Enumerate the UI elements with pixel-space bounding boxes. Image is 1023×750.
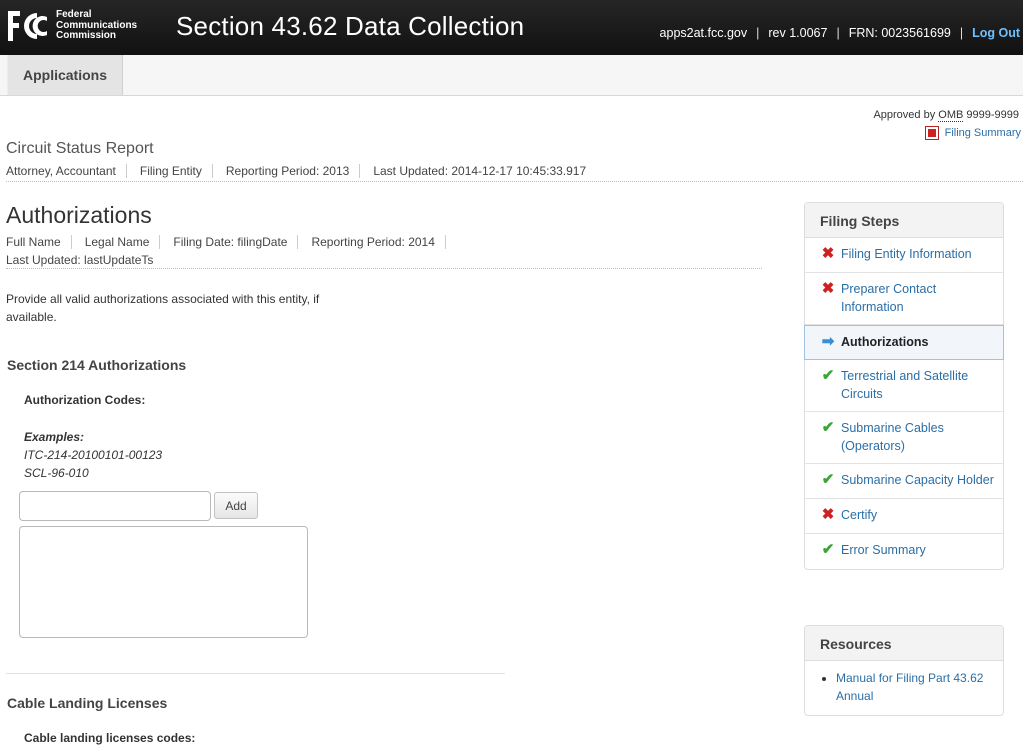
last-updated: Last Updated: lastUpdateTs <box>6 253 154 267</box>
report-meta-item: Filing Entity <box>140 164 213 178</box>
top-header: Federal Communications Commission Sectio… <box>0 0 1023 55</box>
section-214-heading: Section 214 Authorizations <box>7 357 187 373</box>
authorization-codes-label: Authorization Codes: <box>24 393 146 407</box>
revision: rev 1.0067 <box>768 26 828 40</box>
nav-bar: Applications <box>0 55 1023 96</box>
omb-abbr: OMB <box>938 109 964 122</box>
filing-meta-item: Legal Name <box>85 235 161 249</box>
page-title: Authorizations <box>6 202 152 228</box>
step-label: Authorizations <box>841 335 929 349</box>
authorization-code-input[interactable] <box>19 491 211 521</box>
check-icon: ✔ <box>821 541 835 558</box>
filing-summary-label: Filing Summary <box>944 127 1021 139</box>
step-preparer-contact-information[interactable]: ✖ Preparer Contact Information <box>805 273 1003 325</box>
resources-title: Resources <box>805 626 1003 661</box>
step-submarine-cables-operators[interactable]: ✔ Submarine Cables (Operators) <box>805 412 1003 464</box>
divider <box>6 268 762 269</box>
separator: | <box>836 26 840 40</box>
user-bar: apps2at.fcc.gov | rev 1.0067 | FRN: 0023… <box>660 26 1020 40</box>
omb-approval: Approved by OMB 9999-9999 <box>873 109 1019 122</box>
arrow-right-icon: ➡ <box>821 333 835 350</box>
report-meta-item: Reporting Period: 2013 <box>226 164 361 178</box>
check-icon: ✔ <box>821 471 835 488</box>
example-code: SCL-96-010 <box>24 466 89 480</box>
cable-codes-label: Cable landing licenses codes: <box>24 731 196 745</box>
filing-meta: Full Name Legal Name Filing Date: filing… <box>6 235 459 267</box>
step-label: Submarine Capacity Holder <box>841 473 994 487</box>
omb-number: 9999-9999 <box>966 109 1019 121</box>
step-terrestrial-and-satellite-circuits[interactable]: ✔ Terrestrial and Satellite Circuits <box>805 360 1003 412</box>
x-icon: ✖ <box>821 245 835 262</box>
step-label: Filing Entity Information <box>841 247 972 261</box>
add-button[interactable]: Add <box>214 492 258 519</box>
separator: | <box>959 26 964 40</box>
example-code: ITC-214-20100101-00123 <box>24 448 163 462</box>
frn-number: FRN: 0023561699 <box>848 26 951 40</box>
x-icon: ✖ <box>821 506 835 523</box>
step-filing-entity-information[interactable]: ✖ Filing Entity Information <box>805 238 1003 273</box>
resources-list: Manual for Filing Part 43.62 Annual <box>805 661 1003 715</box>
agency-line: Commission <box>56 30 117 42</box>
filing-steps-panel: Filing Steps ✖ Filing Entity Information… <box>804 202 1004 570</box>
filing-summary-link[interactable]: Filing Summary <box>924 126 1021 140</box>
resource-link[interactable]: Manual for Filing Part 43.62 Annual <box>836 671 983 703</box>
logout-link[interactable]: Log Out <box>972 26 1020 40</box>
list-item: Manual for Filing Part 43.62 Annual <box>836 669 993 705</box>
instruction-text: Provide all valid authorizations associa… <box>6 292 320 324</box>
resources-panel: Resources Manual for Filing Part 43.62 A… <box>804 625 1004 716</box>
step-label: Certify <box>841 508 878 522</box>
x-icon: ✖ <box>821 280 835 297</box>
examples-label: Examples: <box>24 430 85 444</box>
report-meta: Attorney, Accountant Filing Entity Repor… <box>6 164 609 178</box>
separator: | <box>756 26 760 40</box>
step-label: Submarine Cables (Operators) <box>841 421 944 453</box>
step-label: Error Summary <box>841 543 926 557</box>
divider <box>6 673 505 674</box>
filing-meta-item: Full Name <box>6 235 72 249</box>
step-label: Terrestrial and Satellite Circuits <box>841 369 969 401</box>
step-submarine-capacity-holder[interactable]: ✔ Submarine Capacity Holder <box>805 464 1003 499</box>
divider <box>6 181 1023 182</box>
pdf-icon <box>924 126 939 140</box>
check-icon: ✔ <box>821 419 835 436</box>
report-title: Circuit Status Report <box>6 140 154 157</box>
filing-steps-title: Filing Steps <box>805 203 1003 238</box>
filing-meta-item: Reporting Period: 2014 <box>311 235 446 249</box>
step-error-summary[interactable]: ✔ Error Summary <box>805 534 1003 569</box>
fcc-logo[interactable]: Federal Communications Commission <box>6 9 137 43</box>
step-label: Preparer Contact Information <box>841 282 937 314</box>
step-certify[interactable]: ✖ Certify <box>805 499 1003 534</box>
filing-meta-item: Filing Date: filingDate <box>173 235 299 249</box>
app-title: Section 43.62 Data Collection <box>176 11 525 41</box>
approved-prefix: Approved by <box>873 109 936 121</box>
agency-name: Federal Communications Commission <box>56 10 137 42</box>
report-meta-item: Attorney, Accountant <box>6 164 127 178</box>
step-authorizations[interactable]: ➡ Authorizations <box>804 325 1004 360</box>
cable-landing-heading: Cable Landing Licenses <box>7 695 168 711</box>
examples-block: Examples: ITC-214-20100101-00123 SCL-96-… <box>24 428 162 482</box>
authorization-codes-list[interactable] <box>19 526 308 638</box>
fcc-logo-icon <box>8 11 47 41</box>
host-name: apps2at.fcc.gov <box>659 26 748 40</box>
check-icon: ✔ <box>821 367 835 384</box>
tab-applications[interactable]: Applications <box>7 55 123 95</box>
report-meta-item: Last Updated: 2014-12-17 10:45:33.917 <box>373 164 587 178</box>
